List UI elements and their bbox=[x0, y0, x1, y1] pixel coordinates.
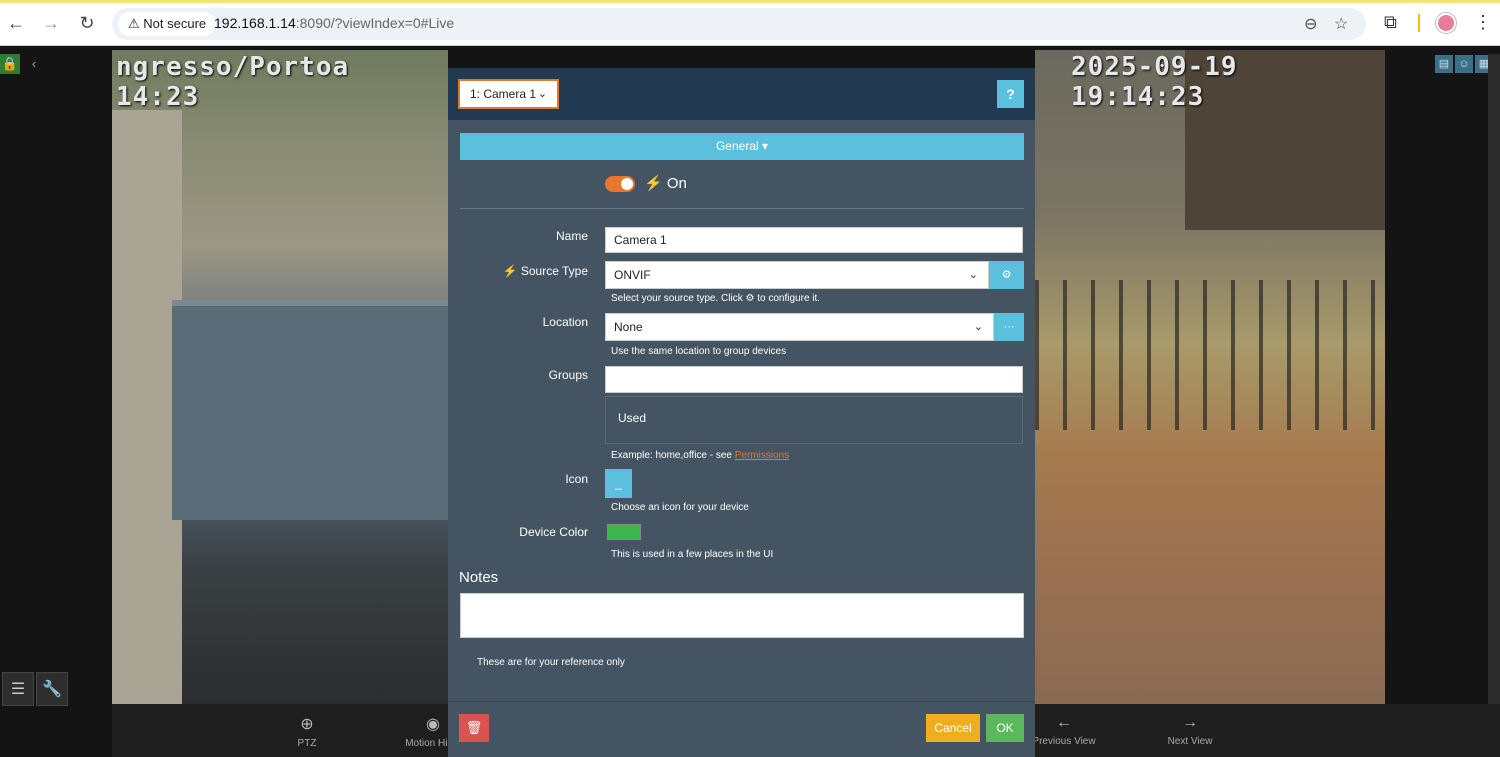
section-divider bbox=[460, 208, 1024, 209]
location-value: None bbox=[614, 320, 643, 334]
device-settings-dialog: 1: Camera 1 ⌄ ? General ▾ ⚡ On Name Came… bbox=[448, 68, 1035, 757]
ptz-button[interactable]: ⊕ PTZ bbox=[262, 714, 352, 749]
forward-icon[interactable]: → bbox=[40, 12, 62, 34]
feed-railing bbox=[1035, 280, 1385, 430]
settings-sliders-icon[interactable]: ☰ bbox=[2, 672, 34, 706]
location-select[interactable]: None ⌄ bbox=[605, 313, 994, 341]
security-label: Not secure bbox=[143, 16, 207, 31]
back-icon[interactable]: ← bbox=[5, 12, 27, 34]
previous-view-label: Previous View bbox=[1032, 736, 1096, 747]
icon-label: Icon bbox=[565, 472, 588, 486]
camera-select[interactable]: 1: Camera 1 ⌄ bbox=[458, 79, 559, 109]
location-label: Location bbox=[542, 315, 588, 329]
bookmark-star-icon[interactable]: ☆ bbox=[1334, 14, 1348, 34]
name-input[interactable]: Camera 1 bbox=[605, 227, 1023, 253]
dialog-header: 1: Camera 1 ⌄ ? bbox=[448, 68, 1035, 120]
section-general-dropdown[interactable]: General ▾ bbox=[460, 133, 1024, 160]
camera-feed-right[interactable]: 2025-09-19 19:14:23 bbox=[1035, 50, 1385, 704]
browser-menu-icon[interactable]: ⋮ bbox=[1474, 12, 1492, 33]
next-view-button[interactable]: → Next View bbox=[1145, 714, 1235, 747]
device-color-picker[interactable] bbox=[607, 524, 641, 540]
camera-timestamp-right: 2025-09-19 19:14:23 bbox=[1071, 52, 1238, 112]
ok-button[interactable]: OK bbox=[986, 714, 1024, 742]
location-hint: Use the same location to group devices bbox=[611, 346, 787, 357]
chevron-down-icon: ⌄ bbox=[968, 269, 978, 281]
choose-icon-button[interactable]: _ bbox=[605, 469, 632, 498]
toolbar-divider bbox=[1418, 14, 1420, 32]
profile-avatar[interactable] bbox=[1436, 13, 1456, 33]
dialog-footer: 🗑 Cancel OK bbox=[448, 701, 1035, 757]
toggle-knob bbox=[621, 178, 633, 190]
url-host: 192.168.1.14 bbox=[214, 15, 296, 31]
source-type-hint: Select your source type. Click ⚙ to conf… bbox=[611, 293, 820, 304]
enabled-label: On bbox=[666, 175, 687, 192]
notes-textarea[interactable] bbox=[460, 593, 1024, 638]
icon-hint: Choose an icon for your device bbox=[611, 502, 749, 513]
groups-hint: Example: home,office - see Permissions bbox=[611, 450, 789, 461]
bolt-icon: ⚡ bbox=[644, 175, 663, 192]
browser-top-accent bbox=[0, 0, 1500, 3]
arrow-right-icon: → bbox=[1182, 714, 1198, 731]
feed-garage-door bbox=[172, 300, 448, 520]
source-type-label: ⚡ Source Type bbox=[448, 264, 588, 278]
next-view-label: Next View bbox=[1167, 736, 1213, 747]
configure-gears-icon[interactable]: ⚙ bbox=[989, 261, 1024, 289]
source-type-select[interactable]: ONVIF ⌄ bbox=[605, 261, 989, 289]
location-more-button[interactable]: ··· bbox=[994, 313, 1024, 341]
groups-hint-text: Example: home,office - see bbox=[611, 450, 732, 461]
groups-used-list[interactable]: Used bbox=[605, 396, 1023, 444]
chevron-down-icon: ⌄ bbox=[973, 321, 983, 333]
camera-feed-left[interactable]: ngresso/Portoa 14:23 bbox=[112, 50, 448, 704]
delete-trash-icon[interactable]: 🗑 bbox=[459, 714, 489, 742]
name-label: Name bbox=[555, 229, 588, 243]
browser-toolbar: ← → ↻ ⚠ Not secure 192.168.1.14:8090/?vi… bbox=[0, 0, 1500, 46]
permissions-link[interactable]: Permissions bbox=[735, 450, 789, 461]
url-text[interactable]: 192.168.1.14:8090/?viewIndex=0#Live bbox=[214, 15, 454, 31]
tools-wrench-icon[interactable]: 🔧 bbox=[36, 672, 68, 706]
groups-label: Groups bbox=[548, 368, 588, 382]
view-layout-buttons: ▤ ☺ ▦ bbox=[1435, 54, 1495, 73]
warning-icon: ⚠ bbox=[128, 16, 140, 31]
zoom-icon[interactable]: ⊖ bbox=[1304, 14, 1317, 34]
source-type-value: ONVIF bbox=[614, 268, 651, 282]
notes-hint: These are for your reference only bbox=[477, 657, 625, 668]
source-type-hint-text: Select your source type. Click bbox=[611, 293, 743, 304]
user-icon[interactable]: ☺ bbox=[1455, 55, 1473, 73]
camera-timestamp-left: ngresso/Portoa 14:23 bbox=[116, 52, 350, 112]
security-indicator[interactable]: ⚠ Not secure bbox=[118, 12, 217, 36]
source-type-hint-end: to configure it. bbox=[757, 293, 821, 304]
layout-icon[interactable]: ▤ bbox=[1435, 55, 1453, 73]
extensions-icon[interactable]: ⧉ bbox=[1384, 12, 1397, 33]
enabled-status: ⚡ On bbox=[644, 174, 687, 192]
collapse-sidebar-icon[interactable]: ‹ bbox=[24, 54, 44, 74]
bolt-icon: ⚡ bbox=[502, 264, 518, 278]
groups-input[interactable] bbox=[605, 366, 1023, 393]
camera-select-value: 1: Camera 1 bbox=[470, 87, 537, 101]
address-bar[interactable]: ⚠ Not secure 192.168.1.14:8090/?viewInde… bbox=[112, 8, 1366, 40]
device-color-hint: This is used in a few places in the UI bbox=[611, 549, 774, 560]
enabled-toggle[interactable] bbox=[605, 176, 635, 192]
chevron-down-icon: ⌄ bbox=[537, 88, 547, 100]
device-color-label: Device Color bbox=[519, 525, 588, 539]
gears-icon: ⚙ bbox=[745, 293, 755, 304]
scrollbar[interactable] bbox=[1488, 54, 1500, 754]
url-path: :8090/?viewIndex=0#Live bbox=[295, 15, 455, 31]
cancel-button[interactable]: Cancel bbox=[926, 714, 980, 742]
source-type-label-text: Source Type bbox=[520, 264, 588, 278]
help-button[interactable]: ? bbox=[997, 80, 1024, 108]
crosshair-icon: ⊕ bbox=[300, 716, 314, 733]
ptz-label: PTZ bbox=[297, 738, 317, 749]
notes-title: Notes bbox=[459, 569, 499, 586]
reload-icon[interactable]: ↻ bbox=[76, 12, 98, 34]
lock-icon[interactable]: 🔒 bbox=[0, 54, 20, 74]
